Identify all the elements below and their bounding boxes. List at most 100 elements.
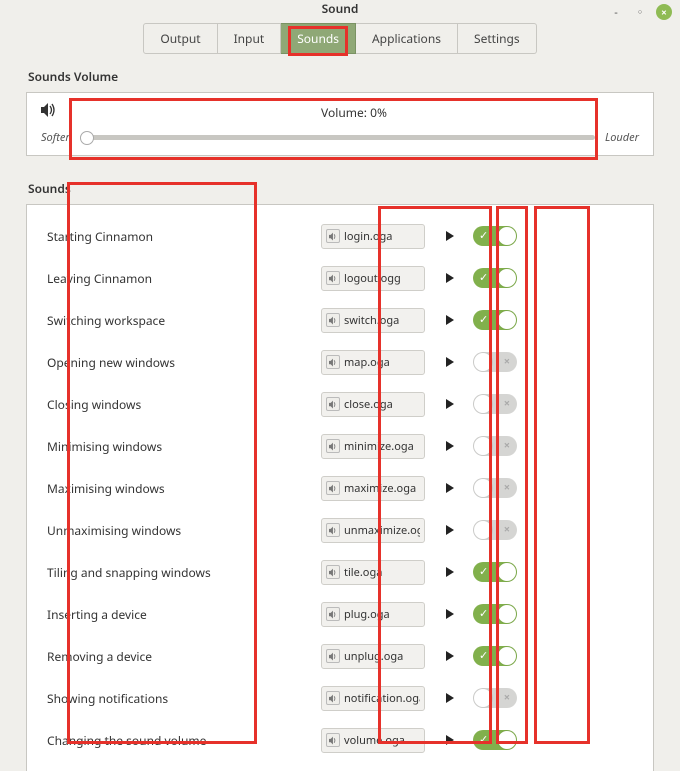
play-icon xyxy=(446,399,454,409)
play-icon xyxy=(446,693,454,703)
sound-file-chooser[interactable]: switch.oga xyxy=(321,308,425,333)
play-button[interactable] xyxy=(438,392,462,416)
play-button[interactable] xyxy=(438,560,462,584)
sound-file-chooser[interactable]: volume.oga xyxy=(321,728,425,753)
play-button[interactable] xyxy=(438,518,462,542)
tab-input[interactable]: Input xyxy=(218,23,282,54)
sound-row: Changing the sound volumevolume.oga✓ xyxy=(39,719,641,761)
sound-file-chooser[interactable]: unmaximize.oga xyxy=(321,518,425,543)
audio-file-icon xyxy=(326,481,340,495)
play-button[interactable] xyxy=(438,350,462,374)
play-button[interactable] xyxy=(438,686,462,710)
play-button[interactable] xyxy=(438,308,462,332)
audio-file-icon xyxy=(326,271,340,285)
play-button[interactable] xyxy=(438,644,462,668)
audio-file-icon xyxy=(326,733,340,747)
audio-file-icon xyxy=(326,229,340,243)
check-icon: ✓ xyxy=(479,648,488,664)
sound-enabled-toggle[interactable]: ✓ xyxy=(473,226,517,246)
toggle-knob xyxy=(474,437,492,455)
sound-enabled-toggle[interactable]: × xyxy=(473,436,517,456)
x-icon: × xyxy=(504,690,510,706)
play-icon xyxy=(446,651,454,661)
sound-file-chooser[interactable]: minimize.oga xyxy=(321,434,425,459)
play-icon xyxy=(446,609,454,619)
sound-name: Minimising windows xyxy=(39,438,321,455)
play-icon xyxy=(446,273,454,283)
toggle-knob xyxy=(474,353,492,371)
play-icon xyxy=(446,525,454,535)
check-icon: ✓ xyxy=(479,312,488,328)
check-icon: ✓ xyxy=(479,732,488,748)
sound-file-name: map.oga xyxy=(344,355,390,370)
play-button[interactable] xyxy=(438,434,462,458)
section-label-volume: Sounds Volume xyxy=(26,64,654,88)
play-button[interactable] xyxy=(438,476,462,500)
x-icon: × xyxy=(504,480,510,496)
sound-enabled-toggle[interactable]: × xyxy=(473,394,517,414)
sound-file-name: volume.oga xyxy=(344,733,405,748)
play-button[interactable] xyxy=(438,224,462,248)
sound-enabled-toggle[interactable]: × xyxy=(473,352,517,372)
sound-file-chooser[interactable]: map.oga xyxy=(321,350,425,375)
x-icon: × xyxy=(504,438,510,454)
volume-max-label: Louder xyxy=(605,130,639,145)
tab-applications[interactable]: Applications xyxy=(356,23,458,54)
sound-file-name: unmaximize.oga xyxy=(344,523,420,538)
play-button[interactable] xyxy=(438,728,462,752)
sound-row: Unmaximising windowsunmaximize.oga× xyxy=(39,509,641,551)
play-button[interactable] xyxy=(438,266,462,290)
sound-file-chooser[interactable]: login.oga xyxy=(321,224,425,249)
sound-file-name: tile.oga xyxy=(344,565,382,580)
titlebar: Sound ‐ ◦ × xyxy=(0,0,680,17)
toggle-knob xyxy=(498,605,516,623)
close-button[interactable]: × xyxy=(656,4,672,20)
sound-file-chooser[interactable]: close.oga xyxy=(321,392,425,417)
toggle-knob xyxy=(498,563,516,581)
sound-row: Removing a deviceunplug.oga✓ xyxy=(39,635,641,677)
play-icon xyxy=(446,567,454,577)
play-button[interactable] xyxy=(438,602,462,626)
sound-file-chooser[interactable]: plug.oga xyxy=(321,602,425,627)
sound-file-chooser[interactable]: logout.ogg xyxy=(321,266,425,291)
sound-row: Starting Cinnamonlogin.oga ✓ xyxy=(39,215,641,257)
x-icon: × xyxy=(504,522,510,538)
tab-output[interactable]: Output xyxy=(143,23,217,54)
sound-name: Closing windows xyxy=(39,396,321,413)
play-icon xyxy=(446,315,454,325)
audio-file-icon xyxy=(326,607,340,621)
sound-file-chooser[interactable]: tile.oga xyxy=(321,560,425,585)
sound-enabled-toggle[interactable]: ✓ xyxy=(473,310,517,330)
maximize-button[interactable]: ◦ xyxy=(632,4,648,20)
minimize-button[interactable]: ‐ xyxy=(608,4,624,20)
sound-enabled-toggle[interactable]: ✓ xyxy=(473,730,517,750)
toggle-knob xyxy=(498,311,516,329)
sound-name: Showing notifications xyxy=(39,690,321,707)
sound-enabled-toggle[interactable]: × xyxy=(473,478,517,498)
sound-file-name: notification.oga xyxy=(344,691,420,706)
sound-enabled-toggle[interactable]: ✓ xyxy=(473,604,517,624)
close-icon: × xyxy=(661,5,667,19)
window-title: Sound xyxy=(10,0,670,17)
sound-name: Switching workspace xyxy=(39,312,321,329)
sound-row: Maximising windowsmaximize.oga × xyxy=(39,467,641,509)
sound-name: Leaving Cinnamon xyxy=(39,270,321,287)
sound-row: Showing notifications notification.oga × xyxy=(39,677,641,719)
sound-enabled-toggle[interactable]: × xyxy=(473,520,517,540)
tab-settings[interactable]: Settings xyxy=(458,23,537,54)
volume-slider[interactable] xyxy=(80,135,595,140)
toggle-knob xyxy=(498,227,516,245)
sound-file-chooser[interactable]: unplug.oga xyxy=(321,644,425,669)
tab-sounds[interactable]: Sounds xyxy=(281,23,356,54)
sound-name: Starting Cinnamon xyxy=(39,228,321,245)
sound-file-chooser[interactable]: maximize.oga xyxy=(321,476,425,501)
sound-row: Tiling and snapping windowstile.oga✓ xyxy=(39,551,641,593)
sound-enabled-toggle[interactable]: × xyxy=(473,688,517,708)
sound-name: Maximising windows xyxy=(39,480,321,497)
sound-enabled-toggle[interactable]: ✓ xyxy=(473,268,517,288)
sound-enabled-toggle[interactable]: ✓ xyxy=(473,562,517,582)
check-icon: ✓ xyxy=(479,228,488,244)
sound-file-chooser[interactable]: notification.oga xyxy=(321,686,425,711)
sound-row: Minimising windowsminimize.oga × xyxy=(39,425,641,467)
sound-enabled-toggle[interactable]: ✓ xyxy=(473,646,517,666)
